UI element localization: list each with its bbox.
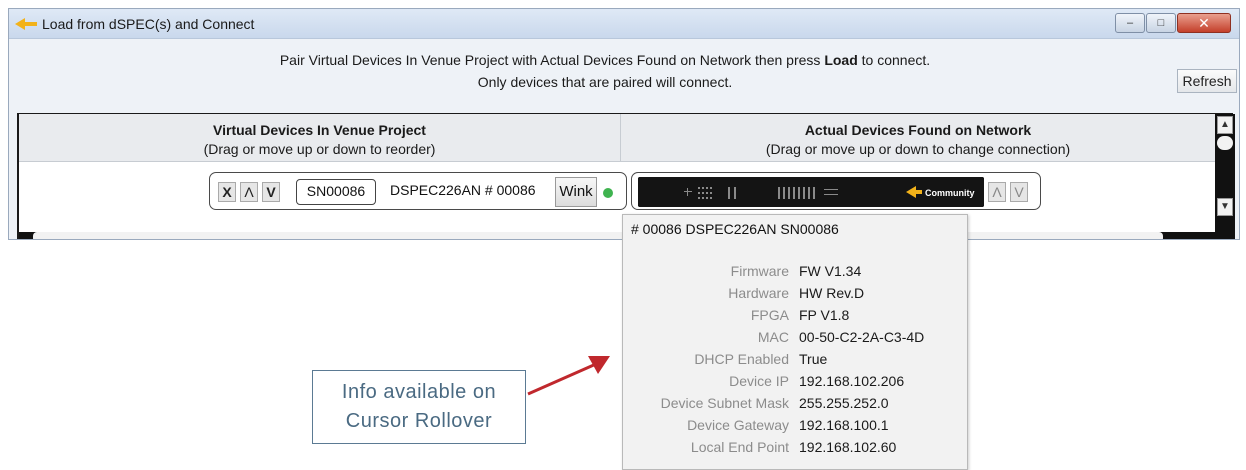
tooltip-label: Device Gateway bbox=[687, 417, 789, 433]
tooltip-row-gateway: Device Gateway 192.168.100.1 bbox=[623, 417, 969, 437]
wink-button[interactable]: Wink bbox=[555, 177, 597, 207]
refresh-button[interactable]: Refresh bbox=[1177, 69, 1237, 93]
tooltip-label: DHCP Enabled bbox=[694, 351, 789, 367]
tooltip-label: FPGA bbox=[750, 307, 789, 323]
tooltip-value: 192.168.102.206 bbox=[799, 373, 905, 389]
scroll-up-icon[interactable]: ▲ bbox=[1217, 116, 1233, 134]
move-down-button[interactable]: V bbox=[262, 182, 280, 202]
tooltip-value: 00-50-C2-2A-C3-4D bbox=[799, 329, 925, 345]
tooltip-row-hardware: Hardware HW Rev.D bbox=[623, 285, 969, 305]
virtual-device-name: DSPEC226AN # 00086 bbox=[390, 182, 536, 198]
instruction-line-2: Only devices that are paired will connec… bbox=[477, 74, 733, 90]
move-up-button[interactable]: Λ bbox=[240, 182, 258, 202]
tooltip-row-fpga: FPGA FP V1.8 bbox=[623, 307, 969, 327]
tooltip-row-dhcp: DHCP Enabled True bbox=[623, 351, 969, 371]
tooltip-row-device-ip: Device IP 192.168.102.206 bbox=[623, 373, 969, 393]
callout-line-2: Cursor Rollover bbox=[345, 410, 493, 432]
actual-devices-title: Actual Devices Found on Network bbox=[804, 122, 1032, 138]
tooltip-row-subnet: Device Subnet Mask 255.255.252.0 bbox=[623, 395, 969, 415]
horizontal-scroll-thumb[interactable] bbox=[33, 232, 1163, 239]
virtual-device-row[interactable]: X Λ V SN00086 DSPEC226AN # 00086 Wink bbox=[209, 172, 627, 210]
tooltip-value: FW V1.34 bbox=[799, 263, 862, 279]
app-icon bbox=[15, 18, 37, 30]
status-led-icon bbox=[603, 188, 613, 198]
tooltip-label: Local End Point bbox=[690, 439, 789, 455]
title-bar[interactable]: Load from dSPEC(s) and Connect – □ ✕ bbox=[9, 9, 1239, 39]
window-title: Load from dSPEC(s) and Connect bbox=[42, 16, 255, 32]
virtual-devices-header: Virtual Devices In Venue Project (Drag o… bbox=[19, 114, 621, 162]
instructions: Pair Virtual Devices In Venue Project wi… bbox=[9, 49, 1201, 93]
tooltip-label: Hardware bbox=[728, 285, 789, 301]
callout-line-1: Info available on bbox=[341, 381, 497, 403]
actual-devices-subtitle: (Drag or move up or down to change conne… bbox=[765, 141, 1071, 157]
virtual-devices-title: Virtual Devices In Venue Project bbox=[213, 122, 426, 138]
tooltip-value: HW Rev.D bbox=[799, 285, 865, 301]
instruction-text-end: to connect. bbox=[857, 52, 931, 68]
maximize-button[interactable]: □ bbox=[1146, 13, 1176, 33]
rollover-callout: Info available on Cursor Rollover bbox=[312, 370, 526, 444]
actual-devices-header: Actual Devices Found on Network (Drag or… bbox=[621, 114, 1215, 162]
scroll-down-icon[interactable]: ▼ bbox=[1217, 198, 1233, 216]
tooltip-label: MAC bbox=[757, 329, 789, 345]
tooltip-value: 255.255.252.0 bbox=[799, 395, 889, 411]
serial-number-field[interactable]: SN00086 bbox=[296, 179, 376, 205]
virtual-devices-subtitle: (Drag or move up or down to reorder) bbox=[203, 141, 436, 157]
tooltip-row-firmware: Firmware FW V1.34 bbox=[623, 263, 969, 283]
tooltip-value: 192.168.100.1 bbox=[799, 417, 889, 433]
device-front-panel-image[interactable]: Community bbox=[638, 177, 984, 207]
tooltip-label: Firmware bbox=[730, 263, 789, 279]
tooltip-value: FP V1.8 bbox=[799, 307, 850, 323]
instruction-line-1: Pair Virtual Devices In Venue Project wi… bbox=[9, 49, 1201, 71]
actual-move-down-button[interactable]: V bbox=[1010, 182, 1028, 202]
dialog-window: Load from dSPEC(s) and Connect – □ ✕ Pai… bbox=[8, 8, 1240, 240]
tooltip-value: 192.168.102.60 bbox=[799, 439, 897, 455]
device-info-tooltip: # 00086 DSPEC226AN SN00086 Firmware FW V… bbox=[622, 214, 968, 470]
tooltip-header: # 00086 DSPEC226AN SN00086 bbox=[631, 221, 839, 237]
close-button[interactable]: ✕ bbox=[1177, 13, 1231, 33]
scroll-thumb[interactable] bbox=[1217, 136, 1233, 150]
minimize-button[interactable]: – bbox=[1115, 13, 1145, 33]
actual-device-row[interactable]: Community Λ V bbox=[631, 172, 1041, 210]
instruction-load-word: Load bbox=[824, 52, 858, 68]
horizontal-scrollbar[interactable] bbox=[19, 232, 1215, 239]
callout-arrow-icon bbox=[527, 356, 610, 396]
tooltip-label: Device IP bbox=[729, 373, 789, 389]
vertical-scrollbar[interactable]: ▲ ▼ bbox=[1215, 114, 1235, 239]
instruction-text: Pair Virtual Devices In Venue Project wi… bbox=[279, 52, 825, 68]
brand-name: Community bbox=[925, 188, 975, 198]
tooltip-row-mac: MAC 00-50-C2-2A-C3-4D bbox=[623, 329, 969, 349]
tooltip-label: Device Subnet Mask bbox=[660, 395, 789, 411]
remove-device-button[interactable]: X bbox=[218, 182, 236, 202]
actual-move-up-button[interactable]: Λ bbox=[988, 182, 1006, 202]
tooltip-value: True bbox=[799, 351, 828, 367]
tooltip-row-local-end-point: Local End Point 192.168.102.60 bbox=[623, 439, 969, 459]
